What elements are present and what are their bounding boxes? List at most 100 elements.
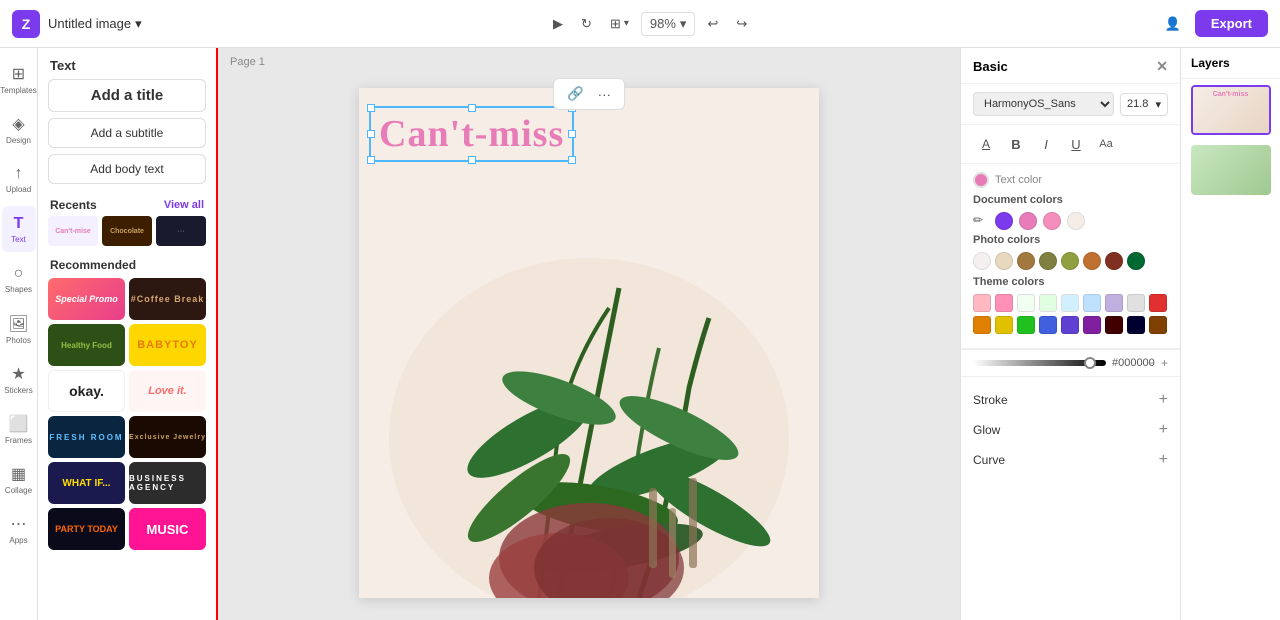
glow-add-icon[interactable]: +: [1159, 421, 1168, 439]
theme-color-16[interactable]: [1105, 316, 1123, 334]
sidebar-item-frames[interactable]: ⬜ Frames: [2, 406, 36, 452]
handle-l[interactable]: [367, 130, 375, 138]
format-bold-button[interactable]: B: [1003, 131, 1029, 157]
layer-thumb-2[interactable]: [1191, 145, 1271, 195]
curve-add-icon[interactable]: +: [1159, 451, 1168, 469]
canvas-content[interactable]: Can't-miss: [359, 88, 819, 598]
theme-color-5[interactable]: [1061, 294, 1079, 312]
theme-color-4[interactable]: [1039, 294, 1057, 312]
style-item-love[interactable]: Love it.: [129, 370, 206, 412]
format-italic-button[interactable]: I: [1033, 131, 1059, 157]
refresh-button[interactable]: ↻: [575, 12, 598, 36]
canvas-link-button[interactable]: 🔗: [562, 83, 589, 105]
recent-item-2[interactable]: Chocolate: [102, 216, 152, 246]
add-subtitle-button[interactable]: Add a subtitle: [48, 118, 206, 148]
document-title[interactable]: Untitled image ▾: [48, 16, 142, 32]
style-item-whatif[interactable]: WHAT IF...: [48, 462, 125, 504]
theme-color-11[interactable]: [995, 316, 1013, 334]
curve-row[interactable]: Curve +: [961, 445, 1180, 475]
theme-color-2[interactable]: [995, 294, 1013, 312]
sidebar-item-photos[interactable]: 🖼 Photos: [2, 306, 36, 352]
theme-color-7[interactable]: [1105, 294, 1123, 312]
photo-color-4[interactable]: [1039, 252, 1057, 270]
doc-color-2[interactable]: [1019, 212, 1037, 230]
style-item-healthy[interactable]: Healthy Food: [48, 324, 125, 366]
theme-color-13[interactable]: [1039, 316, 1057, 334]
handle-bl[interactable]: [367, 156, 375, 164]
theme-color-6[interactable]: [1083, 294, 1101, 312]
photo-color-7[interactable]: [1105, 252, 1123, 270]
opacity-expand-button[interactable]: +: [1161, 356, 1168, 370]
doc-color-1[interactable]: [995, 212, 1013, 230]
font-family-select[interactable]: HarmonyOS_Sans: [973, 92, 1114, 116]
undo-button[interactable]: ↩: [701, 12, 724, 36]
photo-color-1[interactable]: [973, 252, 991, 270]
theme-color-8[interactable]: [1127, 294, 1145, 312]
style-item-party[interactable]: PARTY TODAY: [48, 508, 125, 550]
theme-color-18[interactable]: [1149, 316, 1167, 334]
handle-b[interactable]: [468, 156, 476, 164]
photo-color-3[interactable]: [1017, 252, 1035, 270]
handle-br[interactable]: [568, 156, 576, 164]
sidebar-item-upload[interactable]: ↑ Upload: [2, 156, 36, 202]
photo-color-2[interactable]: [995, 252, 1013, 270]
text-color-swatch[interactable]: [973, 172, 989, 188]
layer-thumb-1[interactable]: Can't-miss: [1191, 85, 1271, 135]
add-title-button[interactable]: Add a title: [48, 79, 206, 112]
stroke-row[interactable]: Stroke +: [961, 385, 1180, 415]
stroke-add-icon[interactable]: +: [1159, 391, 1168, 409]
theme-color-1[interactable]: [973, 294, 991, 312]
handle-r[interactable]: [568, 130, 576, 138]
theme-color-14[interactable]: [1061, 316, 1079, 334]
style-item-coffee[interactable]: #Coffee Break: [129, 278, 206, 320]
resize-button[interactable]: ⊞ ▾: [604, 12, 635, 36]
style-item-babytoy[interactable]: BABYTOY: [129, 324, 206, 366]
export-button[interactable]: Export: [1195, 10, 1268, 37]
photo-color-5[interactable]: [1061, 252, 1079, 270]
view-all-link[interactable]: View all: [164, 199, 204, 211]
format-underline-button[interactable]: U: [1063, 131, 1089, 157]
sidebar-item-templates[interactable]: ⊞ Templates: [2, 56, 36, 102]
panel-close-button[interactable]: ✕: [1156, 58, 1168, 75]
style-item-music[interactable]: MUSIC: [129, 508, 206, 550]
opacity-bar[interactable]: [973, 360, 1106, 366]
sidebar-item-stickers[interactable]: ★ Stickers: [2, 356, 36, 402]
sidebar-item-shapes[interactable]: ○ Shapes: [2, 256, 36, 302]
share-button[interactable]: 👤: [1159, 12, 1187, 36]
theme-color-17[interactable]: [1127, 316, 1145, 334]
zoom-control[interactable]: 98% ▾: [641, 12, 696, 36]
recent-item-3[interactable]: ···: [156, 216, 206, 246]
font-size-control[interactable]: 21.8 ▾: [1120, 93, 1168, 116]
style-item-okay[interactable]: okay.: [48, 370, 125, 412]
photo-color-8[interactable]: [1127, 252, 1145, 270]
format-a-button[interactable]: A: [973, 131, 999, 157]
doc-color-3[interactable]: [1043, 212, 1061, 230]
theme-color-9[interactable]: [1149, 294, 1167, 312]
redo-button[interactable]: ↪: [730, 12, 753, 36]
theme-color-12[interactable]: [1017, 316, 1035, 334]
format-case-button[interactable]: Aa: [1093, 131, 1119, 157]
sidebar-item-text[interactable]: T Text: [2, 206, 36, 252]
style-item-exclusive[interactable]: Exclusive Jewelry: [129, 416, 206, 458]
photo-color-6[interactable]: [1083, 252, 1101, 270]
sidebar-item-collage[interactable]: ▦ Collage: [2, 456, 36, 502]
theme-color-10[interactable]: [973, 316, 991, 334]
doc-color-4[interactable]: [1067, 212, 1085, 230]
add-body-button[interactable]: Add body text: [48, 154, 206, 184]
handle-tl[interactable]: [367, 104, 375, 112]
text-element[interactable]: Can't-miss: [369, 106, 574, 162]
play-button[interactable]: ▶: [547, 12, 569, 36]
glow-row[interactable]: Glow +: [961, 415, 1180, 445]
opacity-collapse-button[interactable]: −: [1148, 356, 1155, 370]
sidebar-item-design[interactable]: ◈ Design: [2, 106, 36, 152]
opacity-handle[interactable]: [1084, 357, 1096, 369]
handle-t[interactable]: [468, 104, 476, 112]
theme-color-15[interactable]: [1083, 316, 1101, 334]
color-edit-icon[interactable]: ✏: [973, 213, 989, 229]
style-item-fresh[interactable]: FRESH ROOM: [48, 416, 125, 458]
style-item-special[interactable]: Special Promo: [48, 278, 125, 320]
sidebar-item-apps[interactable]: ⋯ Apps: [2, 506, 36, 552]
recent-item-1[interactable]: Can't-mise: [48, 216, 98, 246]
style-item-business[interactable]: BUSINESS AGENCY: [129, 462, 206, 504]
canvas-more-button[interactable]: ···: [593, 84, 616, 105]
